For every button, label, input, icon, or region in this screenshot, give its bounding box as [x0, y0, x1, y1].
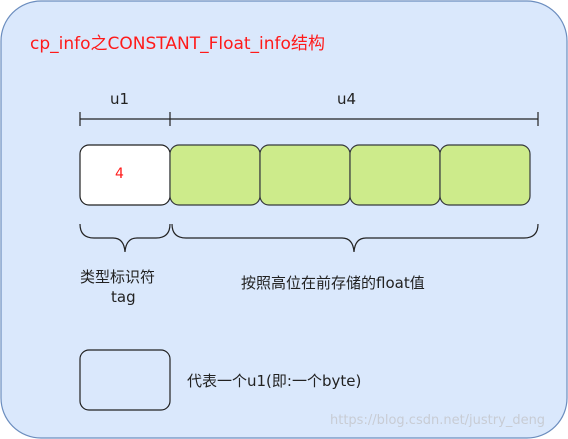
watermark: https://blog.csdn.net/justry_deng [330, 413, 546, 428]
u1-label: u1 [110, 90, 130, 108]
tag-caption-line1: 类型标识符 [80, 268, 156, 286]
diagram-canvas: cp_info之CONSTANT_Float_info结构 u1 u4 4 类型… [0, 0, 568, 439]
diagram-title: cp_info之CONSTANT_Float_info结构 [30, 34, 325, 54]
float-byte-box-4 [439, 144, 531, 206]
legend-byte-box [79, 349, 171, 411]
u4-label: u4 [337, 90, 357, 108]
float-caption: 按照高位在前存储的float值 [241, 274, 425, 292]
float-byte-box-2 [259, 144, 351, 206]
tag-byte-box [79, 144, 171, 206]
float-byte-box-1 [169, 144, 261, 206]
float-byte-box-3 [349, 144, 441, 206]
tag-caption-line2: tag [111, 288, 136, 306]
legend-text: 代表一个u1(即:一个byte) [187, 372, 362, 390]
tag-value: 4 [115, 166, 124, 182]
